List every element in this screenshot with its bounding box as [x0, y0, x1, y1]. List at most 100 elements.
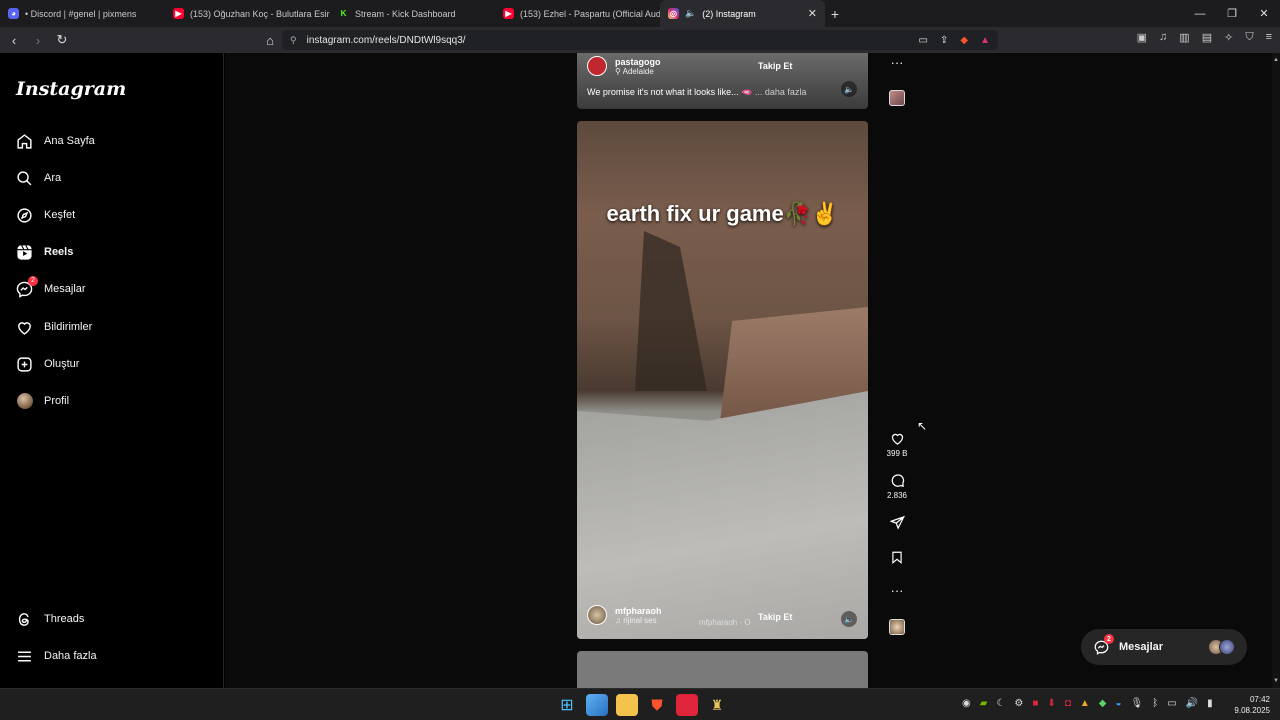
- nav-home[interactable]: Ana Sayfa: [16, 131, 95, 151]
- windows-start-icon[interactable]: ⊞: [556, 694, 578, 716]
- tray-app-icon[interactable]: ◆: [1099, 698, 1107, 709]
- minimize-icon[interactable]: —: [1184, 0, 1216, 27]
- bluetooth-icon[interactable]: ᛒ: [1152, 698, 1158, 709]
- microphone-icon[interactable]: 🎙: [1131, 698, 1144, 709]
- tab-title: (153) Ezhel - Paspartu (Official Audio: [520, 8, 660, 19]
- reel-audio[interactable]: rijinal ses: [623, 616, 656, 625]
- steam-icon[interactable]: ⚙: [1014, 698, 1023, 709]
- reels-feed[interactable]: pastagogo ⚲ Adelaide Takip Et We promise…: [225, 53, 1272, 688]
- nav-search[interactable]: Ara: [16, 168, 61, 188]
- page-scrollbar[interactable]: ▲ ▼: [1272, 53, 1280, 688]
- brave-browser-icon[interactable]: ⛊: [646, 694, 668, 716]
- reload-icon[interactable]: ↻: [52, 32, 72, 48]
- share-icon[interactable]: ⇪: [940, 35, 948, 46]
- close-tab-icon[interactable]: ✕: [808, 7, 817, 20]
- nav-explore[interactable]: Keşfet: [16, 205, 75, 225]
- back-icon[interactable]: ‹: [4, 33, 24, 48]
- brave-shields-icon[interactable]: ◆: [960, 35, 968, 46]
- tray-app-icon[interactable]: ⬇: [1047, 698, 1055, 709]
- taskbar-clock[interactable]: 07:42 9.08.2025: [1234, 694, 1270, 716]
- clock-time: 07:42: [1249, 695, 1270, 704]
- reel-audio-credit[interactable]: mfpharaoh · O: [699, 618, 751, 627]
- forward-icon[interactable]: ›: [28, 33, 48, 48]
- volume-icon[interactable]: 🔊: [1186, 698, 1198, 709]
- instagram-logo[interactable]: Instagram: [16, 78, 126, 100]
- media-icon[interactable]: ♫: [1159, 31, 1167, 44]
- kick-icon: K: [340, 9, 347, 18]
- reel-location[interactable]: Adelaide: [623, 67, 654, 76]
- comment-action[interactable]: 2.836: [882, 473, 912, 500]
- like-action[interactable]: 399 B: [882, 431, 912, 458]
- nav-messages[interactable]: 2 Mesajlar: [16, 275, 86, 299]
- close-window-icon[interactable]: ✕: [1248, 0, 1280, 27]
- avatar[interactable]: [587, 56, 607, 76]
- new-tab-button[interactable]: +: [825, 6, 845, 22]
- menu-icon[interactable]: ≡: [1266, 31, 1272, 44]
- tray-app-icon[interactable]: ▲: [1080, 698, 1090, 709]
- address-bar[interactable]: ⚲ instagram.com/reels/DNDtWl9sqq3/ ▭ ⇪ ◆…: [282, 30, 998, 50]
- heart-icon[interactable]: [890, 431, 905, 446]
- system-tray: ◉ ▰ ☾ ⚙ ■ ⬇ ◘ ▲ ◆ ◒ 🎙 ᛒ ▭ 🔊 ▮: [962, 698, 1213, 709]
- avatar: [16, 393, 33, 410]
- leo-ai-icon[interactable]: ✧: [1224, 31, 1233, 44]
- send-icon[interactable]: [889, 515, 905, 530]
- reel-previous[interactable]: pastagogo ⚲ Adelaide Takip Et We promise…: [577, 53, 868, 109]
- volume-icon[interactable]: 🔈: [841, 81, 857, 97]
- tray-app-icon[interactable]: ◉: [962, 698, 971, 709]
- nav-profile[interactable]: Profil: [16, 391, 69, 411]
- brave-rewards-icon[interactable]: ▲: [980, 35, 990, 46]
- tray-app-icon[interactable]: ☾: [996, 698, 1005, 709]
- reel-username[interactable]: mfpharaoh: [615, 606, 662, 616]
- audio-thumb-image: [889, 619, 905, 635]
- tray-app-icon[interactable]: ■: [1032, 698, 1038, 709]
- more-options-icon[interactable]: ···: [882, 583, 912, 598]
- tray-app-icon[interactable]: ▰: [980, 698, 988, 709]
- follow-button[interactable]: Takip Et: [758, 61, 792, 71]
- reel-next[interactable]: [577, 651, 868, 688]
- tab-instagram[interactable]: ◎ 🔈 (2) Instagram ✕: [660, 0, 825, 27]
- comment-icon[interactable]: [890, 473, 905, 488]
- screenshot-icon[interactable]: ▣: [1137, 31, 1147, 44]
- audio-thumbnail[interactable]: [882, 619, 912, 635]
- share-action[interactable]: [882, 515, 912, 530]
- tab-kick[interactable]: K Stream - Kick Dashboard: [330, 0, 495, 27]
- caption-more-link[interactable]: ... daha fazla: [755, 87, 807, 97]
- reel-username[interactable]: pastagogo: [615, 57, 661, 67]
- nav-notifications[interactable]: Bildirimler: [16, 317, 92, 337]
- photos-app-icon[interactable]: [586, 694, 608, 716]
- cast-icon[interactable]: ▭: [919, 35, 928, 46]
- tray-app-icon[interactable]: ◒: [1115, 698, 1121, 709]
- follow-button[interactable]: Takip Et: [758, 612, 792, 622]
- wallet-icon[interactable]: ▤: [1202, 31, 1212, 44]
- scroll-down-icon[interactable]: ▼: [1273, 678, 1279, 684]
- app-icon[interactable]: [676, 694, 698, 716]
- volume-icon[interactable]: 🔈: [841, 611, 857, 627]
- more-options-icon[interactable]: ···: [882, 55, 912, 70]
- app-icon[interactable]: ♜: [706, 694, 728, 716]
- bookmark-icon[interactable]: ⌂: [260, 33, 280, 48]
- network-icon[interactable]: ▭: [1167, 698, 1176, 709]
- vpn-icon[interactable]: ⛉: [1245, 31, 1253, 44]
- tab-youtube-1[interactable]: ▶ (153) Oğuzhan Koç - Bulutlara Esir O: [165, 0, 330, 27]
- reel-video[interactable]: earth fix ur game🥀✌️ mfpharaoh ♫ rijinal…: [577, 121, 868, 639]
- browser-toolbar: ‹ › ↻ ⌂ ⚲ instagram.com/reels/DNDtWl9sqq…: [0, 27, 1280, 53]
- tab-discord[interactable]: ◕ • Discord | #genel | pixmens: [0, 0, 165, 27]
- tab-youtube-2[interactable]: ▶ (153) Ezhel - Paspartu (Official Audio: [495, 0, 660, 27]
- scroll-up-icon[interactable]: ▲: [1273, 57, 1279, 63]
- nav-more[interactable]: Daha fazla: [16, 646, 97, 666]
- audio-thumbnail[interactable]: [882, 90, 912, 106]
- nav-create[interactable]: Oluştur: [16, 354, 79, 374]
- tray-app-icon[interactable]: ◘: [1065, 698, 1071, 709]
- save-action[interactable]: [882, 550, 912, 565]
- nav-threads[interactable]: Threads: [16, 609, 84, 629]
- site-info-icon[interactable]: ⚲: [290, 35, 297, 46]
- messages-pill[interactable]: 2 Mesajlar: [1081, 629, 1247, 665]
- avatar[interactable]: [587, 605, 607, 625]
- nav-reels[interactable]: Reels: [16, 242, 73, 262]
- file-explorer-icon[interactable]: [616, 694, 638, 716]
- youtube-icon: ▶: [503, 8, 514, 19]
- battery-icon[interactable]: ▮: [1207, 698, 1213, 709]
- restore-icon[interactable]: ❐: [1216, 0, 1248, 27]
- sidebar-toggle-icon[interactable]: ▥: [1179, 31, 1189, 44]
- bookmark-icon[interactable]: [890, 550, 904, 565]
